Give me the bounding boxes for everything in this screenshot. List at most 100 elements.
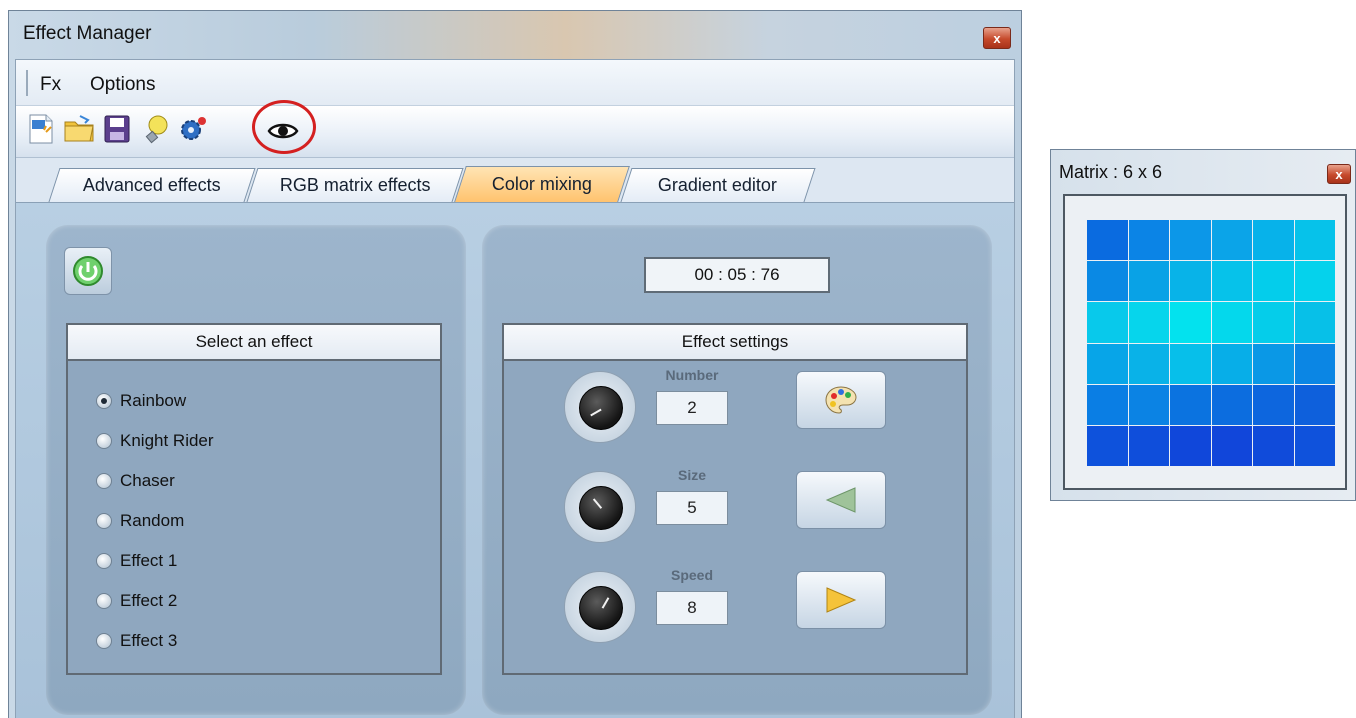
radio-effect-2[interactable]: Effect 2: [96, 587, 177, 615]
matrix-cell: [1253, 343, 1294, 384]
number-value[interactable]: 2: [656, 391, 728, 425]
matrix-cell: [1294, 302, 1335, 343]
matrix-cell: [1170, 302, 1211, 343]
size-value[interactable]: 5: [656, 491, 728, 525]
radio-button[interactable]: [96, 513, 112, 529]
effect-settings-box: Effect settings Number 2 Size 5 Speed 8: [502, 323, 968, 675]
effect-manager-window: Effect Manager x Fx Options Advanced eff…: [8, 10, 1022, 718]
radio-button[interactable]: [96, 593, 112, 609]
matrix-cell: [1087, 302, 1128, 343]
menu-options[interactable]: Options: [90, 74, 155, 96]
tab-strip: Advanced effects RGB matrix effects Colo…: [16, 158, 1014, 202]
radio-button[interactable]: [96, 553, 112, 569]
palette-icon: [825, 386, 857, 414]
radio-button[interactable]: [96, 633, 112, 649]
radio-knight-rider[interactable]: Knight Rider: [96, 427, 214, 455]
menu-grip[interactable]: [26, 70, 28, 96]
matrix-cell: [1087, 384, 1128, 425]
radio-button[interactable]: [96, 393, 112, 409]
tab-rgb-matrix-effects[interactable]: RGB matrix effects: [246, 168, 464, 202]
matrix-cell: [1087, 220, 1128, 261]
number-knob[interactable]: [564, 371, 636, 443]
matrix-cell: [1087, 425, 1128, 466]
effect-settings-header: Effect settings: [504, 325, 966, 361]
gear-icon[interactable]: [176, 112, 210, 146]
matrix-cell: [1128, 302, 1169, 343]
speed-knob[interactable]: [564, 571, 636, 643]
select-effect-box: Select an effect Rainbow Knight Rider Ch…: [66, 323, 442, 675]
matrix-cell: [1211, 302, 1252, 343]
effect-select-panel: Select an effect Rainbow Knight Rider Ch…: [46, 225, 466, 715]
tab-label: Gradient editor: [658, 175, 778, 195]
matrix-cell: [1253, 425, 1294, 466]
matrix-cell: [1294, 220, 1335, 261]
knob-dial: [579, 386, 623, 430]
matrix-cell: [1253, 261, 1294, 302]
matrix-cell: [1294, 425, 1335, 466]
select-effect-header: Select an effect: [68, 325, 440, 361]
effect-settings-panel: 00 : 05 : 76 Effect settings Number 2 Si…: [482, 225, 992, 715]
title-bar[interactable]: Effect Manager x: [9, 11, 1021, 59]
save-icon[interactable]: [100, 112, 134, 146]
matrix-cell: [1211, 220, 1252, 261]
timer-display: 00 : 05 : 76: [644, 257, 830, 293]
radio-button[interactable]: [96, 473, 112, 489]
tab-gradient-editor[interactable]: Gradient editor: [620, 168, 816, 202]
matrix-cell: [1087, 343, 1128, 384]
radio-effect-1[interactable]: Effect 1: [96, 547, 177, 575]
radio-random[interactable]: Random: [96, 507, 184, 535]
size-label: Size: [677, 467, 706, 483]
menu-bar: Fx Options: [16, 60, 1014, 106]
matrix-cell: [1170, 384, 1211, 425]
matrix-cell: [1170, 261, 1211, 302]
palette-button[interactable]: [796, 371, 886, 429]
open-folder-icon[interactable]: [62, 112, 96, 146]
radio-button[interactable]: [96, 433, 112, 449]
matrix-cell: [1253, 302, 1294, 343]
matrix-cell: [1211, 384, 1252, 425]
speed-value[interactable]: 8: [656, 591, 728, 625]
matrix-cell: [1170, 425, 1211, 466]
matrix-cell: [1294, 343, 1335, 384]
speed-label: Speed: [670, 567, 713, 583]
play-button[interactable]: [796, 571, 886, 629]
radio-label: Effect 1: [120, 551, 178, 570]
radio-label: Knight Rider: [120, 431, 214, 450]
radio-label: Effect 2: [120, 591, 178, 610]
power-button[interactable]: [64, 247, 112, 295]
new-fx-icon[interactable]: [24, 112, 58, 146]
close-button[interactable]: x: [983, 27, 1011, 49]
matrix-cell: [1128, 261, 1169, 302]
close-icon: x: [1335, 166, 1343, 182]
radio-label: Random: [120, 511, 185, 530]
matrix-cell: [1294, 384, 1335, 425]
matrix-cell: [1128, 384, 1169, 425]
matrix-cell: [1294, 261, 1335, 302]
matrix-cell: [1211, 343, 1252, 384]
radio-label: Effect 3: [120, 631, 178, 650]
number-label: Number: [665, 367, 719, 383]
menu-fx[interactable]: Fx: [40, 74, 61, 96]
radio-rainbow[interactable]: Rainbow: [96, 387, 186, 415]
radio-chaser[interactable]: Chaser: [96, 467, 175, 495]
bulb-icon[interactable]: [138, 112, 172, 146]
knob-pointer: [590, 408, 602, 417]
matrix-close-button[interactable]: x: [1327, 164, 1351, 184]
size-knob[interactable]: [564, 471, 636, 543]
tab-color-mixing[interactable]: Color mixing: [454, 166, 630, 202]
play-back-button[interactable]: [796, 471, 886, 529]
matrix-cell: [1170, 220, 1211, 261]
matrix-cell: [1087, 261, 1128, 302]
tab-advanced-effects[interactable]: Advanced effects: [48, 168, 256, 202]
color-mixing-page: Select an effect Rainbow Knight Rider Ch…: [16, 202, 1014, 718]
radio-effect-3[interactable]: Effect 3: [96, 627, 177, 655]
close-icon: x: [993, 30, 1001, 46]
tab-label: Advanced effects: [82, 175, 221, 195]
matrix-cell: [1211, 425, 1252, 466]
matrix-cell: [1170, 343, 1211, 384]
play-icon: [826, 587, 857, 613]
matrix-cell: [1211, 261, 1252, 302]
window-client-area: Fx Options Advanced effects RGB matrix e…: [15, 59, 1015, 718]
knob-pointer: [601, 597, 610, 609]
matrix-cell: [1253, 384, 1294, 425]
